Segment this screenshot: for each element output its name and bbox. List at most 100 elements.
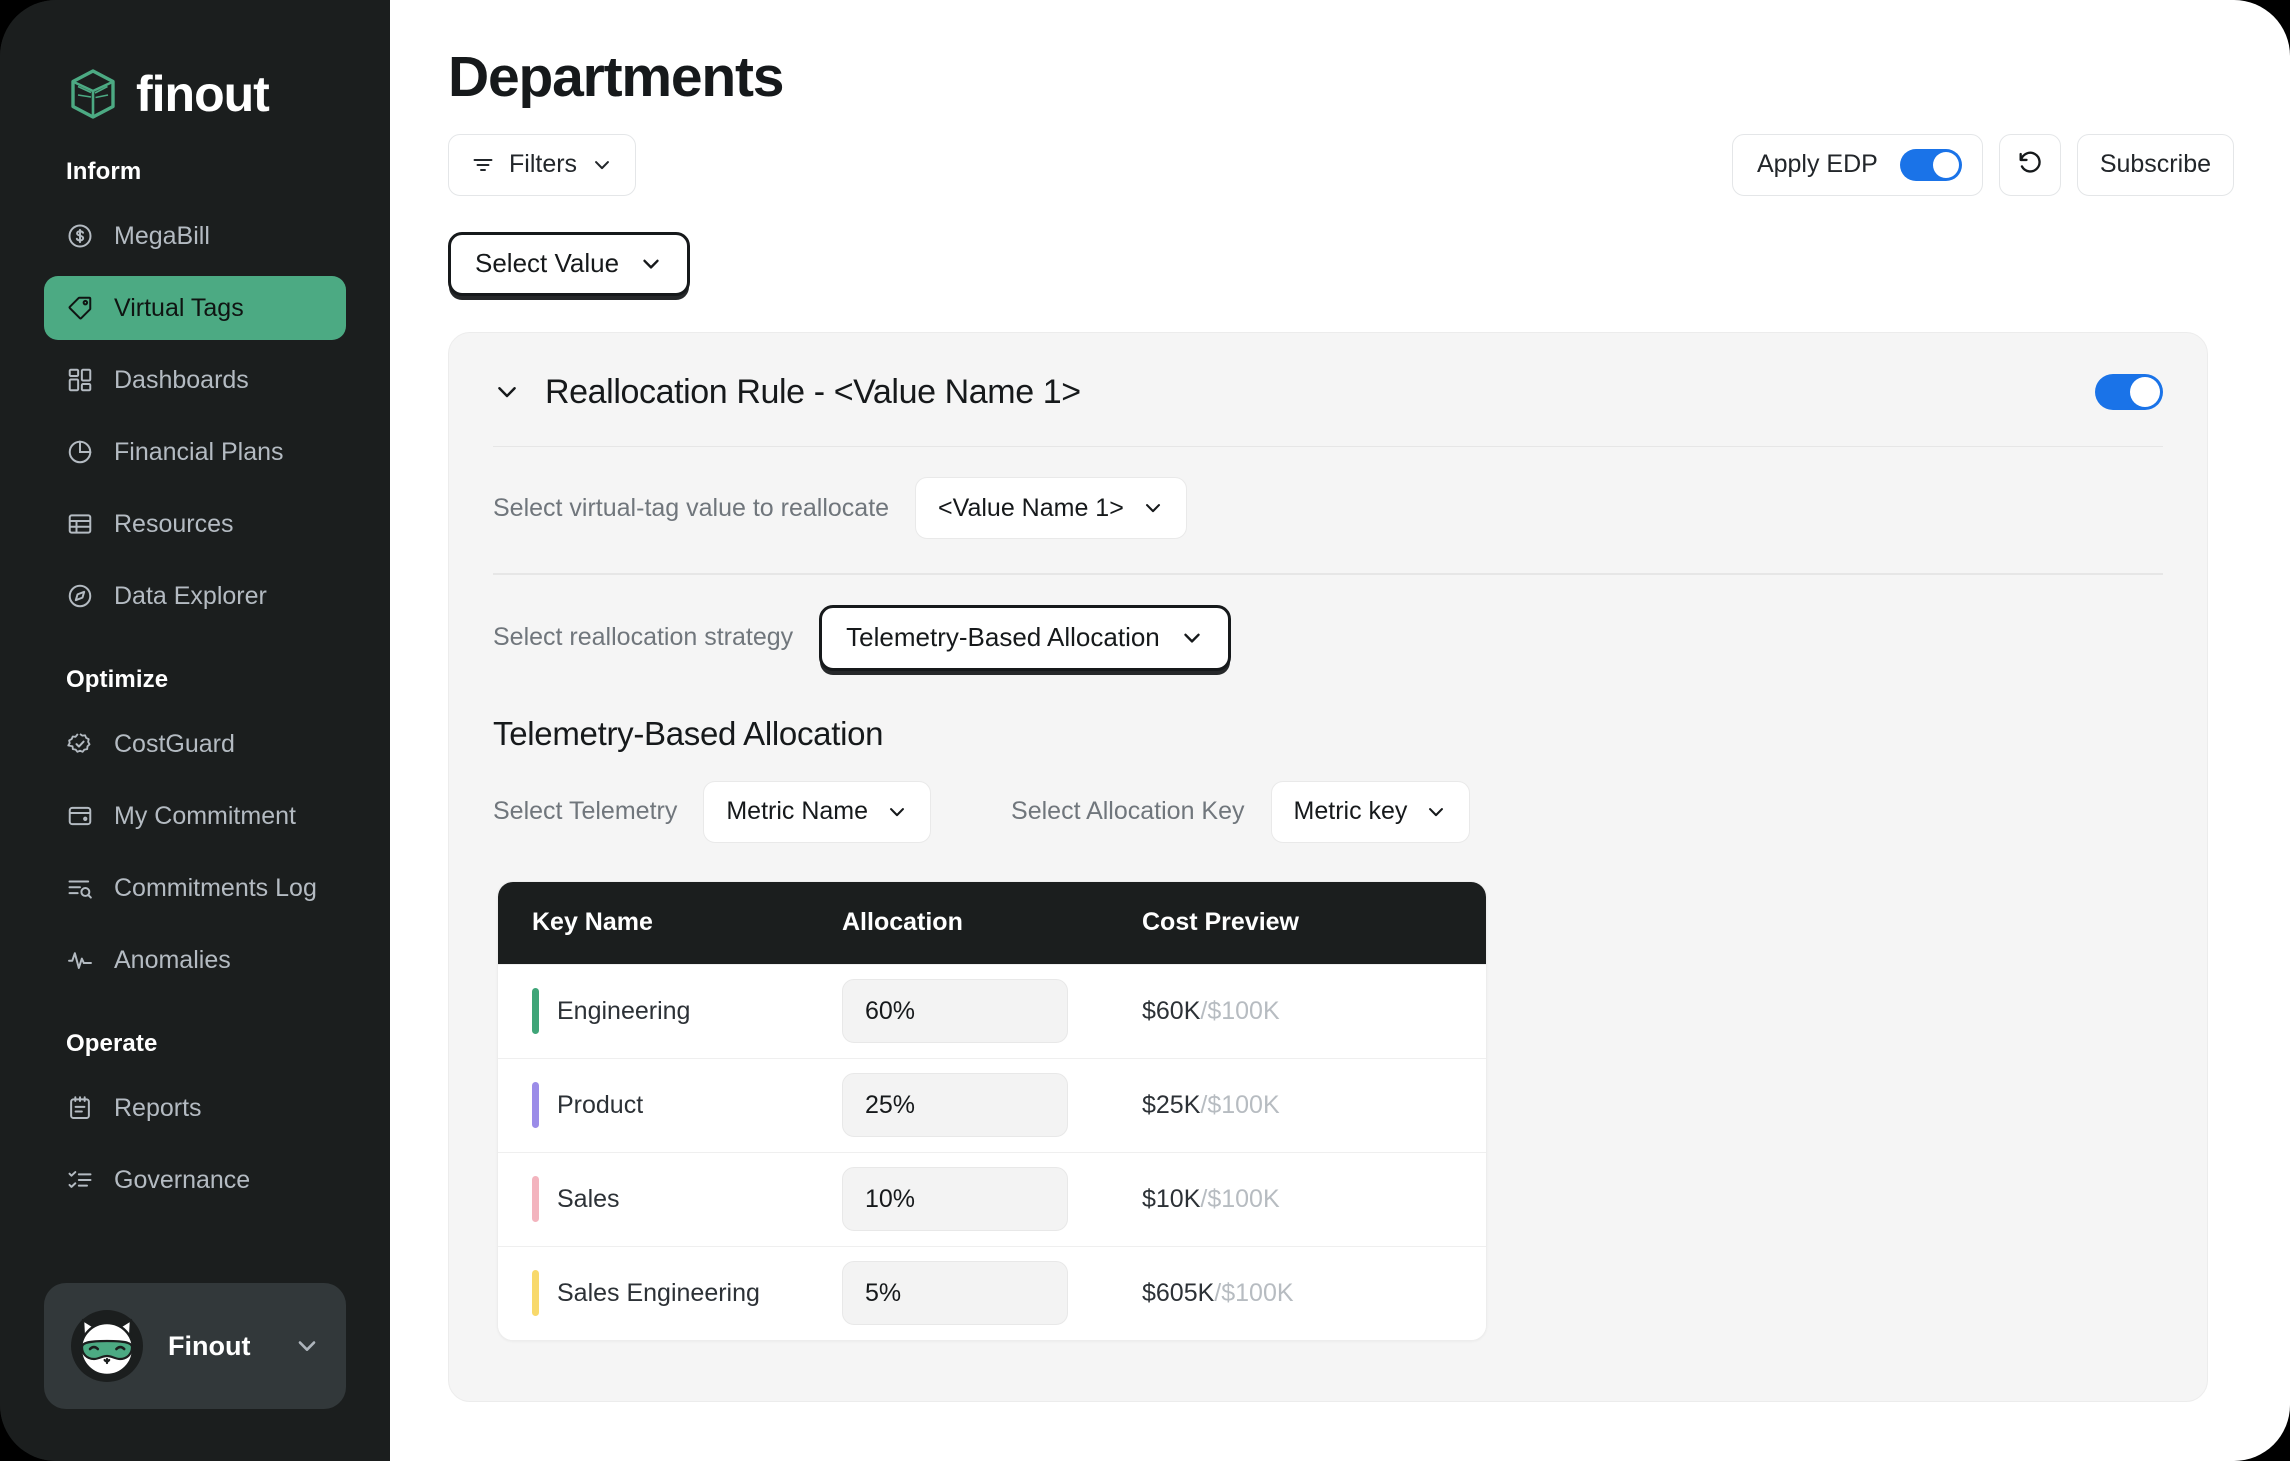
account-name: Finout — [168, 1330, 251, 1361]
allocation-cell: 5% — [842, 1261, 1142, 1326]
sidebar-item-label: Commitments Log — [114, 873, 317, 902]
nav-section-operate: Operate — [66, 1030, 158, 1057]
telemetry-value: Metric Name — [726, 797, 869, 826]
chevron-down-icon — [1180, 626, 1204, 650]
checklist-icon — [66, 1166, 94, 1194]
allocation-input[interactable]: 25% — [842, 1073, 1068, 1138]
column-header-key-name: Key Name — [532, 908, 653, 937]
cost-total: /$100K — [1200, 1184, 1280, 1213]
reallocation-rule-card: Reallocation Rule - <Value Name 1> Selec… — [448, 331, 2208, 1402]
sidebar-item-label: CostGuard — [114, 729, 235, 758]
apply-edp-control[interactable]: Apply EDP — [1731, 133, 1983, 196]
subscribe-label: Subscribe — [2099, 150, 2211, 179]
virtual-tag-label: Select virtual-tag value to reallocate — [493, 493, 890, 522]
notepad-icon — [66, 1094, 94, 1122]
wallet-icon — [66, 802, 94, 830]
app-window: finout Inform MegaBill Virtual Tags Dash… — [0, 0, 2290, 1461]
row-color-bar — [532, 988, 539, 1035]
virtual-tag-value-dropdown[interactable]: <Value Name 1> — [915, 477, 1187, 540]
table-header-row: Key Name Allocation Cost Preview — [498, 881, 1486, 964]
sidebar-item-megabill[interactable]: MegaBill — [44, 204, 346, 268]
table-row: Product 25% $25K/$100K — [498, 1057, 1486, 1152]
table-row: Sales 10% $10K/$100K — [498, 1151, 1486, 1246]
toolbar-right-group: Apply EDP Subscribe — [1731, 133, 2234, 196]
telemetry-controls-row: Select Telemetry Metric Name Select Allo… — [449, 753, 2207, 843]
apply-edp-toggle[interactable] — [1899, 148, 1962, 181]
allocation-cell: 60% — [842, 979, 1142, 1044]
filters-button[interactable]: Filters — [448, 133, 637, 196]
allocation-key-dropdown[interactable]: Metric key — [1270, 780, 1471, 843]
sidebar-item-virtual-tags[interactable]: Virtual Tags — [44, 276, 346, 340]
telemetry-dropdown[interactable]: Metric Name — [703, 780, 932, 843]
cost-value: $10K — [1142, 1184, 1201, 1213]
sidebar-item-label: Financial Plans — [114, 437, 284, 466]
subscribe-button[interactable]: Subscribe — [2076, 133, 2234, 196]
allocation-input[interactable]: 60% — [842, 979, 1068, 1044]
cost-total: /$100K — [1200, 996, 1280, 1025]
virtual-tag-value-row: Select virtual-tag value to reallocate <… — [449, 447, 2207, 540]
row-color-bar — [532, 1176, 539, 1223]
sidebar-item-reports[interactable]: Reports — [44, 1076, 346, 1140]
cost-total: /$100K — [1214, 1278, 1294, 1307]
key-name-cell: Sales Engineering — [532, 1270, 842, 1317]
table-row: Engineering 60% $60K/$100K — [498, 963, 1486, 1058]
strategy-value: Telemetry-Based Allocation — [846, 622, 1160, 653]
select-value-label: Select Value — [475, 248, 620, 279]
pie-chart-icon — [66, 438, 94, 466]
collapse-chevron-icon[interactable] — [493, 378, 521, 406]
key-name-cell: Product — [532, 1082, 842, 1129]
nav-section-inform: Inform — [66, 158, 142, 185]
strategy-row: Select reallocation strategy Telemetry-B… — [449, 575, 2207, 671]
sidebar-item-dashboards[interactable]: Dashboards — [44, 348, 346, 412]
finout-cube-icon — [66, 67, 120, 121]
allocation-cell: 25% — [842, 1073, 1142, 1138]
badge-check-icon — [66, 730, 94, 758]
grid-icon — [66, 366, 94, 394]
sidebar-item-label: Reports — [114, 1093, 202, 1122]
key-name: Product — [557, 1090, 644, 1119]
sidebar-item-label: Governance — [114, 1165, 251, 1194]
chevron-down-icon — [1425, 801, 1447, 823]
sidebar-item-my-commitment[interactable]: My Commitment — [44, 784, 346, 848]
refresh-button[interactable] — [1998, 133, 2061, 196]
filters-label: Filters — [509, 150, 578, 179]
key-name-cell: Engineering — [532, 988, 842, 1035]
sidebar-item-commitments-log[interactable]: Commitments Log — [44, 856, 346, 920]
sidebar-item-resources[interactable]: Resources — [44, 492, 346, 556]
cost-total: /$100K — [1200, 1090, 1280, 1119]
cost-value: $60K — [1142, 996, 1201, 1025]
row-color-bar — [532, 1082, 539, 1129]
cost-preview-cell: $605K/$100K — [1142, 1279, 1452, 1308]
sidebar-item-label: Data Explorer — [114, 581, 267, 610]
row-color-bar — [532, 1270, 539, 1317]
toolbar: Filters Apply EDP Subscribe — [448, 133, 2234, 196]
rule-enabled-toggle[interactable] — [2095, 374, 2163, 411]
cost-value: $605K — [1142, 1278, 1215, 1307]
sidebar-item-data-explorer[interactable]: Data Explorer — [44, 564, 346, 628]
nav-section-optimize: Optimize — [66, 666, 169, 693]
brand-logo[interactable]: finout — [0, 0, 390, 130]
cost-value: $25K — [1142, 1090, 1201, 1119]
sidebar-item-costguard[interactable]: CostGuard — [44, 712, 346, 776]
strategy-dropdown[interactable]: Telemetry-Based Allocation — [819, 604, 1231, 671]
tag-icon — [66, 294, 94, 322]
select-value-dropdown[interactable]: Select Value — [448, 231, 691, 296]
sidebar-item-governance[interactable]: Governance — [44, 1148, 346, 1212]
sidebar-item-financial-plans[interactable]: Financial Plans — [44, 420, 346, 484]
key-name: Sales — [557, 1184, 620, 1213]
account-switcher[interactable]: Finout — [44, 1283, 346, 1409]
cost-preview-cell: $60K/$100K — [1142, 997, 1452, 1026]
sidebar-item-label: Dashboards — [114, 365, 249, 394]
table-icon — [66, 510, 94, 538]
select-value-row: Select Value — [448, 231, 2234, 296]
compass-icon — [66, 582, 94, 610]
sidebar-item-anomalies[interactable]: Anomalies — [44, 928, 346, 992]
virtual-tag-value: <Value Name 1> — [938, 493, 1124, 522]
allocation-input[interactable]: 10% — [842, 1167, 1068, 1232]
select-allocation-key-label: Select Allocation Key — [1011, 797, 1245, 826]
rule-card-header: Reallocation Rule - <Value Name 1> — [449, 333, 2207, 412]
column-header-allocation: Allocation — [842, 908, 963, 937]
key-name: Engineering — [557, 996, 691, 1025]
allocation-input[interactable]: 5% — [842, 1261, 1068, 1326]
